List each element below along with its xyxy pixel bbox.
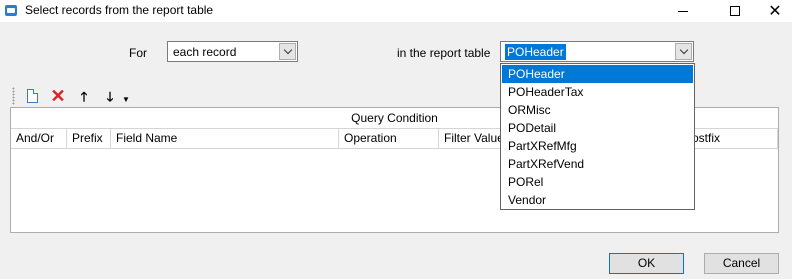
new-document-icon [26, 89, 38, 103]
toolbar-overflow-button[interactable]: ▼ [120, 86, 132, 106]
move-up-button[interactable]: 🡑 [74, 86, 94, 106]
app-window-icon [5, 5, 17, 16]
window-title: Select records from the report table [25, 3, 214, 17]
move-down-button[interactable]: 🡓 [100, 86, 120, 106]
delete-condition-button[interactable]: ✕ [48, 86, 68, 106]
query-toolbar: ✕ 🡑 🡓 ▼ [12, 86, 152, 106]
move-down-icon: 🡓 [106, 88, 114, 104]
move-up-icon: 🡑 [80, 88, 88, 104]
column-header-operation[interactable]: Operation [339, 129, 439, 148]
for-select-dropdown-button[interactable] [279, 43, 296, 60]
for-label: For [129, 46, 147, 60]
report-table-select-value: POHeader [505, 44, 566, 60]
column-header-prefix[interactable]: Prefix [67, 129, 111, 148]
new-condition-button[interactable] [22, 86, 42, 106]
dropdown-option-partxrefmfg[interactable]: PartXRefMfg [502, 137, 693, 155]
minimize-button[interactable] [660, 0, 706, 22]
dropdown-option-porel[interactable]: PORel [502, 173, 693, 191]
report-table-select[interactable]: POHeader [500, 41, 694, 62]
dropdown-option-poheader[interactable]: POHeader [502, 65, 693, 83]
maximize-icon [730, 6, 740, 16]
report-table-dropdown-button[interactable] [675, 43, 692, 60]
for-select[interactable]: each record [167, 41, 298, 62]
dropdown-option-vendor[interactable]: Vendor [502, 191, 693, 209]
delete-icon: ✕ [50, 86, 66, 106]
chevron-down-icon [679, 45, 688, 55]
dropdown-option-podetail[interactable]: PODetail [502, 119, 693, 137]
column-header-and-or[interactable]: And/Or [11, 129, 67, 148]
dropdown-option-poheadertax[interactable]: POHeaderTax [502, 83, 693, 101]
cancel-button[interactable]: Cancel [704, 253, 779, 274]
ok-button[interactable]: OK [609, 253, 684, 274]
dropdown-option-ormisc[interactable]: ORMisc [502, 101, 693, 119]
minimize-icon [678, 10, 688, 12]
report-table-dropdown-list: POHeader POHeaderTax ORMisc PODetail Par… [500, 63, 695, 210]
close-button[interactable]: ✕ [752, 0, 792, 22]
report-table-label: in the report table [397, 46, 491, 60]
chevron-down-icon [283, 45, 292, 55]
toolbar-grip[interactable] [12, 87, 15, 105]
column-header-field-name[interactable]: Field Name [111, 129, 339, 148]
close-icon: ✕ [768, 3, 782, 20]
for-select-value: each record [173, 45, 237, 59]
overflow-icon: ▼ [122, 95, 130, 104]
dropdown-option-partxrefvend[interactable]: PartXRefVend [502, 155, 693, 173]
title-bar: Select records from the report table ✕ [0, 0, 792, 22]
